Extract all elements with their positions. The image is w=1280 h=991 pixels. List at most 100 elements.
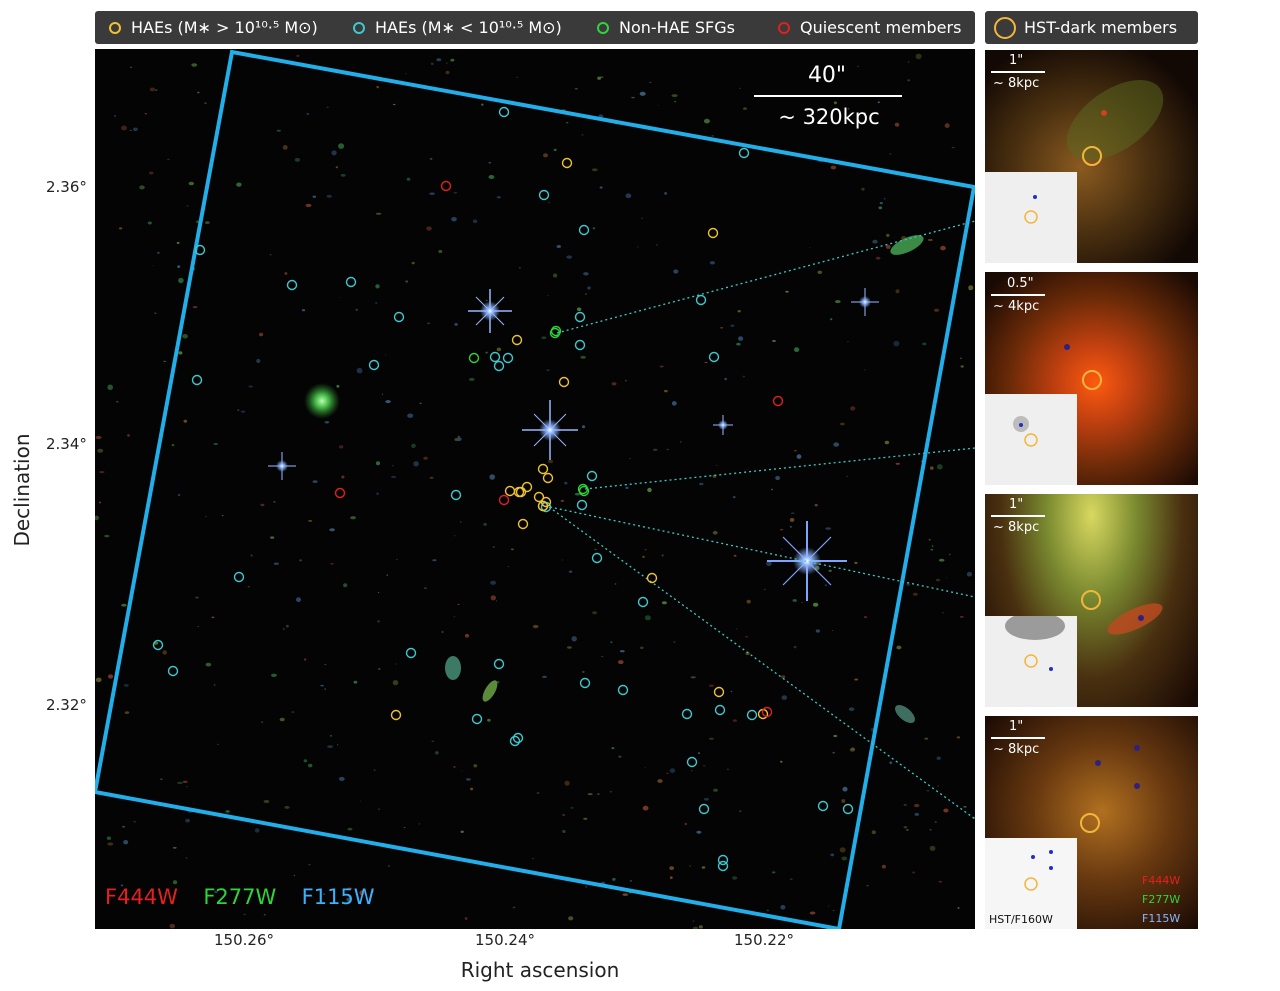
hae-massive-marker bbox=[537, 463, 549, 475]
inset-scale-distance: ~ 8kpc bbox=[993, 742, 1040, 757]
inset-filter-f115w: F115W bbox=[1142, 912, 1181, 925]
filter-f115w: F115W bbox=[301, 885, 375, 909]
hae-massive-marker bbox=[707, 227, 719, 239]
source-marker bbox=[1138, 615, 1144, 621]
bright-star bbox=[713, 415, 733, 435]
hae-low-marker bbox=[368, 359, 380, 371]
hae-low-marker bbox=[489, 351, 501, 363]
source-marker bbox=[1064, 344, 1070, 350]
hae-low-marker bbox=[686, 756, 698, 768]
member-markers bbox=[152, 106, 854, 872]
hae-massive-marker bbox=[517, 518, 529, 530]
hae-low-marker bbox=[493, 658, 505, 670]
hae-low-marker bbox=[493, 360, 505, 372]
inset-scale-angle: 0.5" bbox=[1007, 276, 1034, 291]
hst-cutout bbox=[985, 172, 1077, 263]
inset-scale-distance: ~ 4kpc bbox=[993, 299, 1040, 314]
bright-green-galaxy bbox=[304, 383, 340, 419]
hae-low-marker bbox=[698, 803, 710, 815]
x-axis-title: Right ascension bbox=[460, 958, 620, 982]
inset-panel-3: 1" ~ 8kpc bbox=[985, 494, 1198, 707]
hae-low-marker bbox=[746, 709, 758, 721]
cyan-circle-icon bbox=[353, 21, 365, 34]
hst-cutout bbox=[985, 616, 1077, 707]
hae-low-marker bbox=[498, 106, 510, 118]
hae-massive-marker bbox=[511, 334, 523, 346]
quiescent-marker bbox=[334, 487, 346, 499]
legend-quiescent-label: Quiescent members bbox=[800, 18, 962, 37]
scale-bar-distance: ~ 320kpc bbox=[778, 105, 880, 129]
hae-low-marker bbox=[191, 374, 203, 386]
hae-low-marker bbox=[708, 351, 720, 363]
hae-low-marker bbox=[167, 665, 179, 677]
non-hae-marker bbox=[468, 352, 480, 364]
main-field-image: 40" ~ 320kpc F444W F277W F115W bbox=[95, 49, 975, 929]
bright-star bbox=[851, 288, 879, 316]
inset-scale-angle: 1" bbox=[1009, 719, 1024, 734]
hae-massive-marker bbox=[504, 485, 516, 497]
hae-low-marker bbox=[579, 677, 591, 689]
hae-low-marker bbox=[393, 311, 405, 323]
hst-dark-marker bbox=[1080, 813, 1100, 833]
inset-scale-line bbox=[991, 71, 1045, 73]
bright-star bbox=[767, 521, 847, 601]
y-axis-title: Declination bbox=[10, 433, 34, 547]
hae-low-marker bbox=[345, 276, 357, 288]
inset-panel-4: 1" ~ 8kpc HST/F160W F444W F277W F115W bbox=[985, 716, 1198, 929]
hae-low-marker bbox=[538, 189, 550, 201]
bright-star bbox=[468, 289, 512, 333]
hae-low-marker bbox=[681, 708, 693, 720]
hae-low-marker bbox=[714, 704, 726, 716]
hae-low-marker bbox=[717, 860, 729, 872]
filter-f444w: F444W bbox=[105, 885, 178, 909]
nircam-footprint bbox=[95, 49, 975, 929]
hae-low-marker bbox=[471, 713, 483, 725]
hae-low-marker bbox=[738, 147, 750, 159]
bright-star bbox=[522, 400, 578, 460]
legend-hae-low-label: HAEs (M∗ < 10¹⁰·⁵ M⊙) bbox=[375, 18, 562, 37]
x-tick-label: 150.22° bbox=[734, 931, 794, 949]
inset-scale-line bbox=[991, 515, 1045, 517]
hae-low-marker bbox=[578, 224, 590, 236]
inset-scale-line bbox=[991, 737, 1045, 739]
hae-low-marker bbox=[502, 352, 514, 364]
yellow-circle-icon bbox=[109, 21, 121, 34]
quiescent-marker bbox=[772, 395, 784, 407]
legend-bar: HAEs (M∗ > 10¹⁰·⁵ M⊙) HAEs (M∗ < 10¹⁰·⁵ … bbox=[95, 11, 975, 44]
hae-low-marker bbox=[591, 552, 603, 564]
hae-massive-marker bbox=[558, 376, 570, 388]
x-tick-label: 150.24° bbox=[475, 931, 535, 949]
hst-cutout bbox=[985, 394, 1077, 485]
filter-labels: F444W F277W F115W bbox=[105, 885, 375, 909]
source-marker bbox=[1134, 745, 1140, 751]
y-tick-label: 2.36° bbox=[46, 178, 87, 196]
hae-low-marker bbox=[286, 279, 298, 291]
hae-massive-marker bbox=[713, 686, 725, 698]
inset-filter-f277w: F277W bbox=[1142, 893, 1181, 906]
source-marker bbox=[1095, 760, 1101, 766]
legend-hst-dark-label: HST-dark members bbox=[1024, 18, 1178, 37]
hae-low-marker bbox=[576, 499, 588, 511]
bright-star bbox=[268, 452, 296, 480]
quiescent-marker bbox=[498, 494, 510, 506]
hae-low-marker bbox=[152, 639, 164, 651]
red-circle-icon bbox=[778, 21, 790, 34]
hae-low-marker bbox=[817, 800, 829, 812]
inset-scale-line bbox=[991, 294, 1045, 296]
legend-hst-dark: HST-dark members bbox=[985, 11, 1198, 44]
hae-massive-marker bbox=[646, 572, 658, 584]
hst-dark-marker bbox=[1082, 370, 1102, 390]
scale-bar-angle: 40" bbox=[807, 63, 847, 88]
hae-low-marker bbox=[586, 470, 598, 482]
inset-panel-1: 1" ~ 8kpc bbox=[985, 50, 1198, 263]
galaxy bbox=[445, 656, 461, 680]
inset-filter-f444w: F444W bbox=[1142, 874, 1181, 887]
green-circle-icon bbox=[597, 21, 609, 34]
source-marker bbox=[1101, 110, 1107, 116]
y-tick-label: 2.32° bbox=[46, 696, 87, 714]
inset-filter-labels: F444W F277W F115W bbox=[1142, 871, 1180, 928]
inset-panel-2: 0.5" ~ 4kpc bbox=[985, 272, 1198, 485]
inset-scale-angle: 1" bbox=[1009, 53, 1024, 68]
hae-low-marker bbox=[405, 647, 417, 659]
hae-massive-marker bbox=[542, 472, 554, 484]
